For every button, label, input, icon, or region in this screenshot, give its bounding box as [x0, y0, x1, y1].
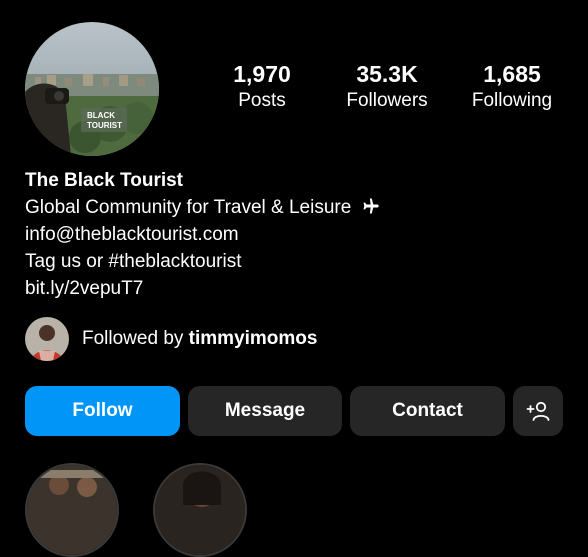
- message-button[interactable]: Message: [188, 386, 342, 436]
- posts-stat[interactable]: 1,970 Posts: [207, 60, 317, 113]
- add-person-icon: [526, 401, 550, 421]
- bio-description: Global Community for Travel & Leisure: [25, 194, 565, 221]
- suggested-accounts-button[interactable]: [513, 386, 563, 436]
- bio-email[interactable]: info@theblacktourist.com: [25, 221, 565, 248]
- followers-count: 35.3K: [356, 61, 418, 87]
- following-stat[interactable]: 1,685 Following: [457, 60, 567, 113]
- story-highlight-2[interactable]: [153, 463, 247, 557]
- followed-by-username[interactable]: timmyimomos: [189, 328, 318, 349]
- followers-stat[interactable]: 35.3K Followers: [332, 60, 442, 113]
- avatar-watermark-line2: TOURIST: [87, 121, 122, 130]
- posts-count: 1,970: [233, 61, 291, 87]
- posts-label: Posts: [238, 90, 286, 111]
- followed-by[interactable]: Followed by timmyimomos: [25, 317, 317, 361]
- bio-description-text: Global Community for Travel & Leisure: [25, 197, 352, 218]
- follower-avatar: [25, 317, 69, 361]
- avatar-watermark-line1: BLACK: [87, 111, 115, 120]
- followers-label: Followers: [346, 90, 428, 111]
- profile-avatar[interactable]: BLACK TOURIST: [25, 22, 159, 156]
- followed-by-prefix: Followed by: [82, 328, 184, 349]
- airplane-icon: [363, 198, 379, 214]
- profile-name: The Black Tourist: [25, 170, 184, 191]
- following-label: Following: [471, 90, 553, 111]
- bio-link[interactable]: bit.ly/2vepuT7: [25, 275, 565, 302]
- follow-button[interactable]: Follow: [25, 386, 180, 436]
- story-highlight-1[interactable]: [25, 463, 119, 557]
- avatar-photo: BLACK TOURIST: [25, 22, 159, 156]
- profile-bio: The Black Tourist Global Community for T…: [25, 168, 565, 302]
- following-count: 1,685: [483, 61, 541, 87]
- bio-tagline: Tag us or #theblacktourist: [25, 251, 242, 272]
- followed-by-text: Followed by timmyimomos: [82, 328, 317, 350]
- highlight-thumbnail: [155, 465, 245, 555]
- contact-button[interactable]: Contact: [350, 386, 505, 436]
- highlight-thumbnail: [27, 465, 117, 555]
